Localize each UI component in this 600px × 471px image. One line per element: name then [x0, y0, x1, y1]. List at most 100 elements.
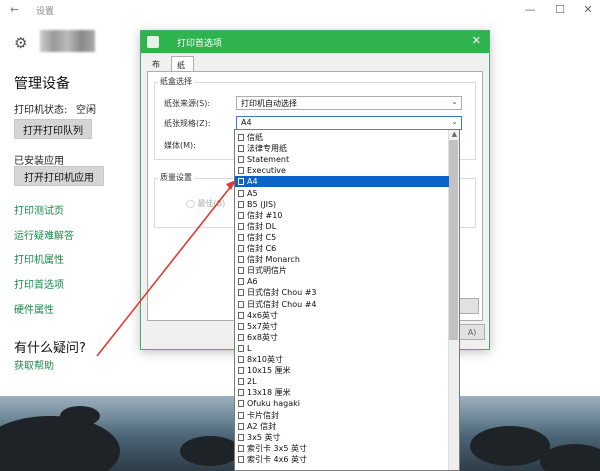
quality-best-label: 最佳(B) [197, 199, 226, 208]
page-icon [238, 311, 244, 319]
paper-size-option[interactable]: A5 [235, 188, 449, 199]
paper-size-option-label: 4x6英寸 [247, 310, 278, 320]
page-icon [238, 300, 244, 308]
close-icon[interactable]: ✕ [578, 3, 598, 16]
page-icon [238, 333, 244, 341]
paper-size-option-label: 5x7英寸 [247, 321, 278, 331]
paper-size-option[interactable]: A4 [235, 176, 449, 188]
printer-status-label: 打印机状态: [14, 105, 68, 116]
page-icon [238, 411, 244, 419]
paper-size-option[interactable]: 4x6英寸 [235, 310, 449, 321]
page-icon [238, 233, 244, 241]
page-icon [238, 178, 244, 186]
paper-size-option[interactable]: 日式信封 Chou #3 [235, 287, 449, 298]
link-hardware-properties[interactable]: 硬件属性 [14, 301, 54, 316]
back-arrow-icon[interactable]: ← [10, 3, 19, 16]
page-icon [238, 378, 244, 386]
advanced-button[interactable] [459, 298, 479, 314]
page-icon [238, 222, 244, 230]
get-help-link[interactable]: 获取帮助 [14, 357, 54, 372]
paper-size-option[interactable]: 日式信封 Chou #4 [235, 299, 449, 310]
question-heading: 有什么疑问? [14, 341, 86, 356]
scrollbar-thumb[interactable] [449, 140, 458, 340]
maximize-icon[interactable]: ☐ [550, 3, 570, 16]
quality-group-label: 质量设置 [158, 172, 194, 183]
paper-size-select[interactable]: A4 ⌄ [236, 116, 462, 130]
paper-size-option-label: L [247, 343, 252, 353]
paper-size-option-label: 信封 C5 [247, 232, 277, 242]
paper-size-option[interactable]: A6 [235, 276, 449, 287]
paper-size-option[interactable]: L [235, 343, 449, 354]
link-printer-properties[interactable]: 打印机属性 [14, 251, 64, 266]
dialog-close-icon[interactable]: ✕ [472, 34, 481, 47]
paper-size-option[interactable]: 法律专用纸 [235, 143, 449, 154]
apply-button[interactable]: A) [459, 324, 485, 340]
paper-size-option-label: 卡片信封 [247, 410, 279, 420]
chevron-down-icon: ⌄ [451, 117, 458, 126]
paper-size-option[interactable]: 信封 Monarch [235, 254, 449, 265]
paper-size-option-label: 信封 Monarch [247, 255, 300, 265]
paper-size-dropdown-list[interactable]: ▲ 信纸 法律专用纸 Statement Executive A4 A5 B5 (JIS) 信… [234, 129, 460, 471]
paper-size-option[interactable]: 卡片信封 [235, 410, 449, 421]
open-print-queue-button[interactable]: 打开打印队列 [14, 119, 92, 139]
paper-size-option[interactable]: 信封 #10 [235, 210, 449, 221]
paper-size-option-label: 信纸 [247, 133, 263, 142]
paper-size-option[interactable]: 索引卡 3x5 英寸 [235, 443, 449, 454]
blurred-printer-name [40, 30, 95, 52]
paper-size-option-label: Ofuku hagaki [247, 399, 300, 409]
page-icon [238, 134, 244, 141]
page-icon [238, 245, 244, 252]
paper-source-value: 打印机自动选择 [241, 99, 297, 108]
page-icon [238, 211, 244, 219]
paper-size-option-label: Executive [247, 166, 286, 176]
quality-best-radio[interactable]: ◯ 最佳(B) [186, 198, 225, 209]
paper-size-option-label: 索引卡 4x6 英寸 [247, 454, 307, 464]
tab-paper-quality[interactable]: 纸张/质量 [171, 56, 194, 103]
paper-size-option[interactable]: 信封 DL [235, 221, 449, 232]
paper-size-option[interactable]: 13x18 厘米 [235, 387, 449, 398]
paper-size-option[interactable]: 索引卡 4x6 英寸 [235, 454, 449, 465]
paper-size-option-label: A4 [247, 177, 258, 187]
page-icon [238, 189, 244, 197]
paper-size-option[interactable]: 信封 C6 [235, 243, 449, 254]
paper-size-option-label: A2 信封 [247, 421, 277, 431]
paper-size-option[interactable]: A2 信封 [235, 421, 449, 432]
open-printer-app-button[interactable]: 打开打印机应用 [14, 166, 104, 186]
paper-source-select[interactable]: 打印机自动选择 ⌄ [236, 96, 462, 110]
tab-layout[interactable]: 布局 [147, 56, 165, 80]
dialog-title: 打印首选项 [177, 39, 223, 49]
paper-size-option[interactable]: Executive [235, 165, 449, 176]
page-icon [238, 322, 244, 330]
paper-group-label: 纸盒选择 [158, 76, 194, 87]
paper-size-option-label: 13x18 厘米 [247, 388, 291, 398]
link-troubleshoot[interactable]: 运行疑难解答 [14, 227, 74, 242]
paper-size-option[interactable]: 8x10英寸 [235, 354, 449, 365]
paper-size-option-label: 8x10英寸 [247, 355, 284, 364]
paper-size-option[interactable]: 2L [235, 376, 449, 387]
link-print-test-page[interactable]: 打印测试页 [14, 202, 64, 217]
paper-size-option[interactable]: 6x8英寸 [235, 332, 449, 343]
paper-size-option-label: 6x8英寸 [247, 332, 278, 342]
paper-size-option[interactable]: Statement [235, 154, 449, 165]
paper-size-option[interactable]: 5x7英寸 [235, 321, 449, 332]
paper-size-option[interactable]: B5 (JIS) [235, 199, 449, 210]
paper-size-option-label: 日式信封 Chou #4 [247, 299, 317, 309]
dropdown-scrollbar[interactable]: ▲ [448, 130, 459, 470]
paper-size-option[interactable]: 10x15 厘米 [235, 365, 449, 376]
paper-size-option-label: A6 [247, 277, 258, 287]
scroll-up-icon[interactable]: ▲ [452, 130, 457, 138]
paper-size-option[interactable]: Ofuku hagaki [235, 398, 449, 409]
paper-source-label: 纸张来源(S): [164, 99, 211, 108]
paper-size-option-label: 日式明信片 [247, 266, 287, 276]
gear-icon: ⚙ [14, 34, 28, 52]
page-icon [238, 433, 244, 441]
paper-size-option[interactable]: 信封 C5 [235, 232, 449, 243]
link-printing-preferences[interactable]: 打印首选项 [14, 276, 64, 291]
printer-status-value: 空闲 [76, 105, 96, 116]
paper-size-option-label: 10x15 厘米 [247, 366, 291, 376]
paper-size-option[interactable]: 日式明信片 [235, 265, 449, 276]
paper-size-option[interactable]: 信纸 [235, 132, 449, 143]
paper-size-option[interactable]: 3x5 英寸 [235, 432, 449, 443]
minimize-icon[interactable]: — [520, 3, 540, 16]
paper-size-option-label: 索引卡 3x5 英寸 [247, 443, 307, 453]
